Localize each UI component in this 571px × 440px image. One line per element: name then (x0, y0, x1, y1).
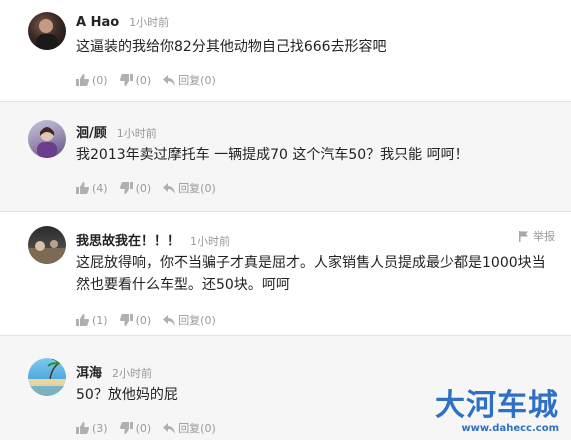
like-count: (0) (92, 73, 108, 87)
like-count: (4) (92, 181, 108, 195)
like-count: (1) (92, 313, 108, 327)
reply-button[interactable]: 回复(0) (163, 72, 216, 88)
dislike-button[interactable]: (0) (119, 181, 152, 195)
reply-icon (163, 422, 176, 434)
reply-label: 回复(0) (178, 422, 216, 435)
like-button[interactable]: (0) (76, 74, 108, 87)
watermark-title: 大河车城 (435, 388, 559, 423)
avatar[interactable] (28, 120, 66, 158)
timestamp: 1小时前 (190, 235, 231, 248)
reply-button[interactable]: 回复(0) (163, 312, 216, 328)
thumbs-up-icon (76, 182, 89, 194)
comment-header: 我思故我在！！！ 1小时前 (76, 230, 230, 249)
dislike-count: (0) (135, 73, 152, 87)
like-button[interactable]: (1) (76, 314, 108, 327)
thumbs-up-icon (76, 422, 89, 434)
comment-actions: (1) (0) 回复(0) (76, 312, 228, 328)
comment-actions: (0) (0) 回复(0) (76, 72, 228, 88)
reply-label: 回复(0) (178, 74, 216, 87)
dislike-button[interactable]: (0) (119, 73, 152, 87)
reply-button[interactable]: 回复(0) (163, 420, 216, 436)
reply-button[interactable]: 回复(0) (163, 180, 216, 196)
report-label: 举报 (533, 230, 555, 243)
report-button[interactable]: 举报 (519, 228, 555, 244)
like-count: (3) (92, 421, 108, 435)
reply-icon (163, 74, 176, 86)
thumbs-up-icon (76, 314, 89, 326)
comment-text: 这屁放得响，你不当骗子才真是屈才。人家销售人员提成最少都是1000块当然也要看什… (76, 255, 546, 293)
watermark-logo: 大河车城 www.dahecc.com (435, 388, 559, 435)
comment-actions: (3) (0) 回复(0) (76, 420, 228, 436)
thumbs-down-icon (119, 314, 133, 326)
avatar[interactable] (28, 226, 66, 264)
comment-header: 洄/顾 1小时前 (76, 122, 157, 141)
comment-actions: (4) (0) 回复(0) (76, 180, 228, 196)
dislike-count: (0) (135, 181, 152, 195)
avatar[interactable] (28, 358, 66, 396)
comment-header: A Hao 1小时前 (76, 14, 169, 30)
thumbs-down-icon (119, 74, 133, 86)
dislike-button[interactable]: (0) (119, 421, 152, 435)
timestamp: 1小时前 (116, 127, 157, 140)
timestamp: 2小时前 (112, 367, 153, 380)
comment-item: A Hao 1小时前 这逼装的我给你82分其他动物自己找666去形容吧 (0) … (0, 0, 571, 102)
like-button[interactable]: (4) (76, 182, 108, 195)
flag-icon (519, 230, 528, 242)
avatar[interactable] (28, 12, 66, 50)
thumbs-up-icon (76, 74, 89, 86)
watermark-url: www.dahecc.com (461, 423, 559, 434)
comment-text: 这逼装的我给你82分其他动物自己找666去形容吧 (76, 39, 387, 55)
dislike-count: (0) (135, 313, 152, 327)
timestamp: 1小时前 (129, 16, 170, 29)
thumbs-down-icon (119, 182, 133, 194)
comment-text: 我2013年卖过摩托车 一辆提成70 这个汽车50？我只能 呵呵！ (76, 147, 469, 163)
reply-icon (163, 314, 176, 326)
like-button[interactable]: (3) (76, 422, 108, 435)
reply-label: 回复(0) (178, 314, 216, 327)
comment-item: 我思故我在！！！ 1小时前 举报 这屁放得响，你不当骗子才真是屈才。人家销售人员… (0, 212, 571, 336)
username[interactable]: 我思故我在！！！ (76, 230, 180, 249)
username[interactable]: 洱海 (76, 362, 102, 381)
dislike-count: (0) (135, 421, 152, 435)
comment-header: 洱海 2小时前 (76, 362, 152, 381)
comment-item: 洄/顾 1小时前 我2013年卖过摩托车 一辆提成70 这个汽车50？我只能 呵… (0, 102, 571, 212)
username[interactable]: A Hao (76, 15, 119, 30)
reply-icon (163, 182, 176, 194)
reply-label: 回复(0) (178, 182, 216, 195)
username[interactable]: 洄/顾 (76, 122, 107, 141)
dislike-button[interactable]: (0) (119, 313, 152, 327)
thumbs-down-icon (119, 422, 133, 434)
